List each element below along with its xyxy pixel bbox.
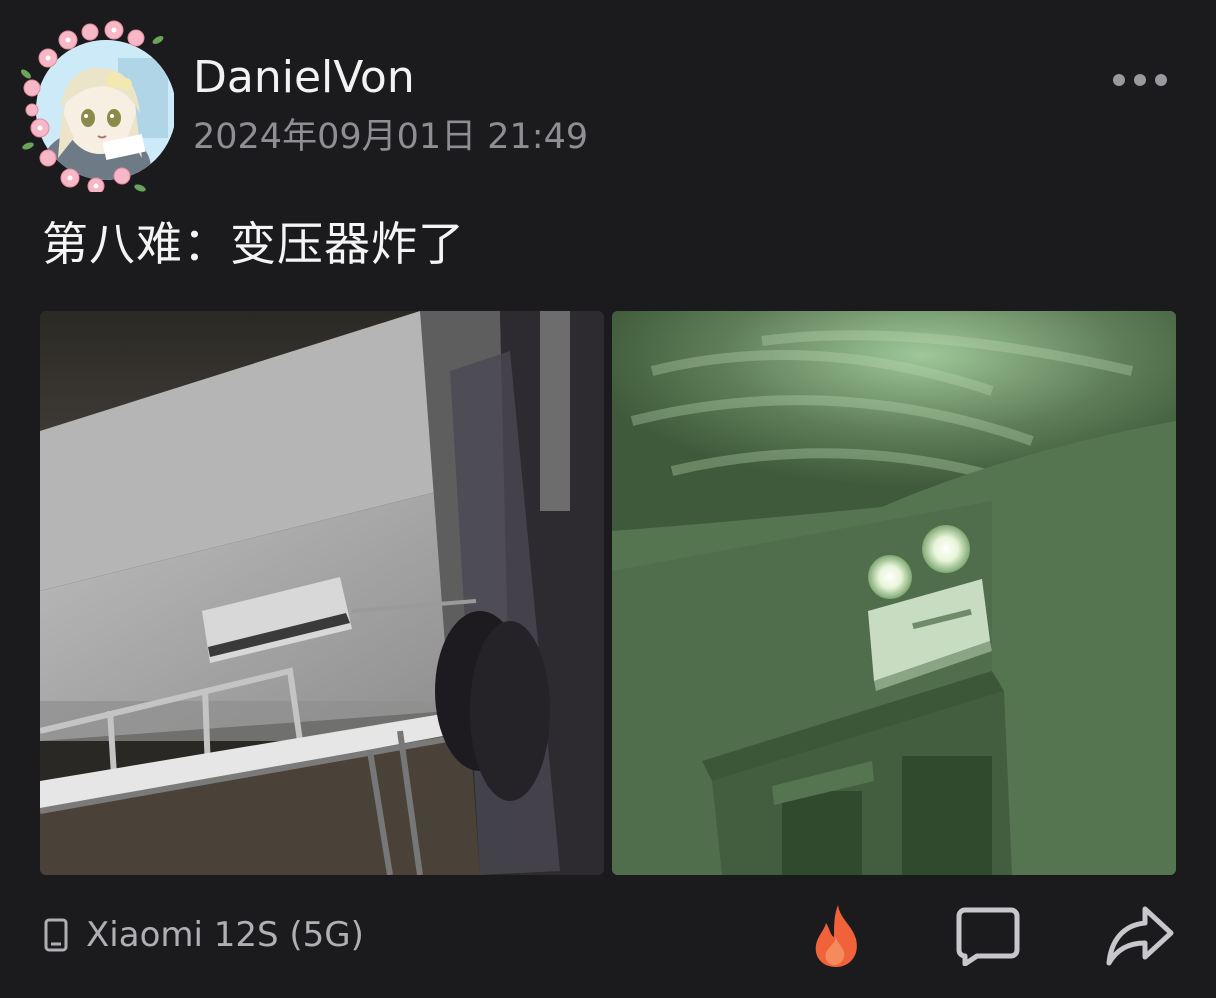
more-options-button[interactable] bbox=[1104, 62, 1176, 98]
post-text: 第八难：变压器炸了 bbox=[42, 217, 465, 271]
share-icon bbox=[1106, 906, 1174, 966]
more-dot-icon bbox=[1113, 74, 1125, 86]
dorm-room-photo-icon bbox=[40, 311, 604, 875]
author-avatar[interactable] bbox=[18, 18, 174, 192]
phone-icon bbox=[44, 918, 68, 952]
post-timestamp: 2024年09月01日 21:49 bbox=[193, 117, 589, 157]
post-image-1[interactable] bbox=[40, 311, 604, 875]
like-button[interactable] bbox=[798, 898, 874, 974]
comment-icon bbox=[956, 907, 1020, 966]
avatar-flower-frame-icon bbox=[21, 20, 174, 192]
more-dot-icon bbox=[1155, 74, 1167, 86]
emergency-light-photo-icon bbox=[612, 311, 1176, 875]
device-label: Xiaomi 12S (5G) bbox=[86, 915, 364, 955]
share-button[interactable] bbox=[1102, 898, 1178, 974]
device-info: Xiaomi 12S (5G) bbox=[44, 912, 364, 958]
post-footer: Xiaomi 12S (5G) bbox=[0, 890, 1216, 990]
post-image-2[interactable] bbox=[612, 311, 1176, 875]
author-name[interactable]: DanielVon bbox=[193, 52, 415, 104]
flame-icon bbox=[815, 905, 857, 967]
more-dot-icon bbox=[1134, 74, 1146, 86]
comment-button[interactable] bbox=[950, 898, 1026, 974]
